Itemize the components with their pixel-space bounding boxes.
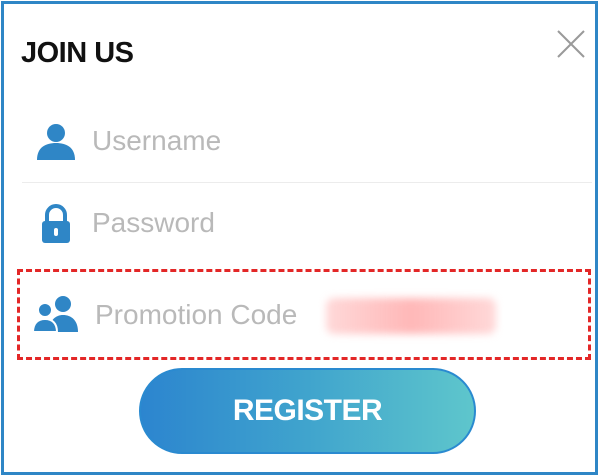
lock-icon [42, 204, 70, 243]
username-field [22, 102, 592, 183]
promotion-code-field [17, 269, 591, 360]
close-icon [557, 30, 585, 58]
redacted-promo-value [326, 298, 496, 334]
close-button[interactable] [555, 28, 587, 60]
register-button[interactable]: REGISTER [139, 368, 476, 454]
user-icon [37, 124, 75, 160]
password-input[interactable] [92, 202, 532, 244]
dialog-title: JOIN US [21, 37, 134, 69]
join-dialog: JOIN US REGISTER [1, 1, 598, 475]
promotion-code-input[interactable] [95, 294, 320, 336]
users-icon [32, 296, 78, 333]
password-field [22, 184, 592, 264]
username-input[interactable] [92, 120, 532, 162]
